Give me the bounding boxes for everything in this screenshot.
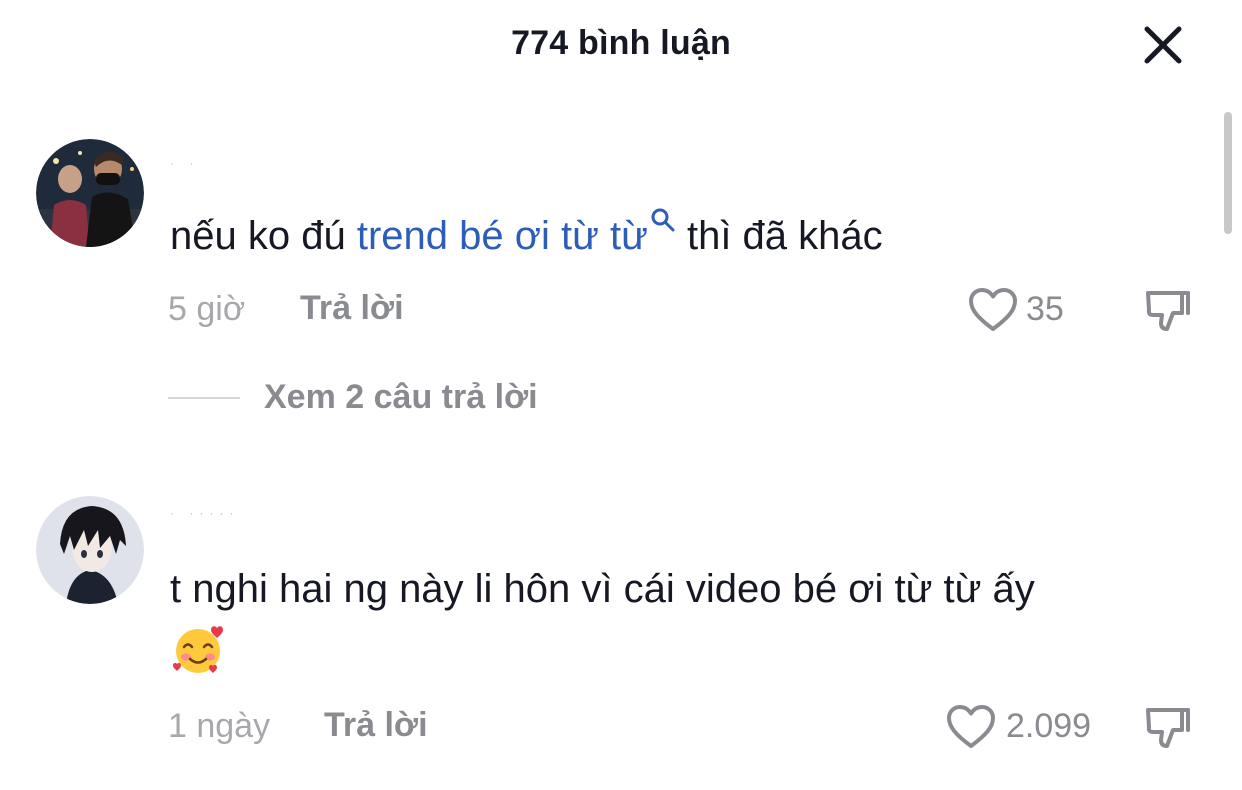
avatar[interactable] [36,139,144,247]
comment-text: nếu ko đú trend bé ơi từ từ thì đã khác [170,207,883,260]
hashtag-label: trend bé ơi từ từ [356,214,648,258]
scrollbar[interactable] [1224,112,1232,234]
comments-header: 774 bình luận [0,0,1242,96]
smiling-face-with-hearts-icon [173,626,223,673]
heart-icon[interactable] [968,287,1018,333]
view-replies-button[interactable]: Xem 2 câu trả lời [264,378,538,417]
username-redacted[interactable]: · ····· [170,506,239,520]
comment-text-before: nếu ko đú [170,214,357,258]
comment-timestamp: 5 giờ [168,290,246,328]
search-icon [651,208,675,232]
like-count: 35 [1026,290,1064,328]
dislike-icon[interactable] [1144,704,1192,752]
like-count: 2.099 [1006,707,1092,745]
comment-text: t nghi hai ng này li hôn vì cái video bé… [170,567,1035,611]
dislike-icon[interactable] [1144,287,1192,335]
close-icon[interactable] [1142,24,1184,66]
comment-count-title: 774 bình luận [511,24,731,62]
comment-timestamp: 1 ngày [168,707,271,745]
reply-button[interactable]: Trả lời [300,289,404,328]
username-redacted[interactable]: · · [170,156,199,170]
replies-divider [168,397,240,399]
reply-button[interactable]: Trả lời [324,706,428,745]
heart-icon[interactable] [946,704,996,750]
comment-text-after: thì đã khác [675,214,883,258]
hashtag-link[interactable]: trend bé ơi từ từ [356,208,676,258]
avatar[interactable] [36,496,144,604]
